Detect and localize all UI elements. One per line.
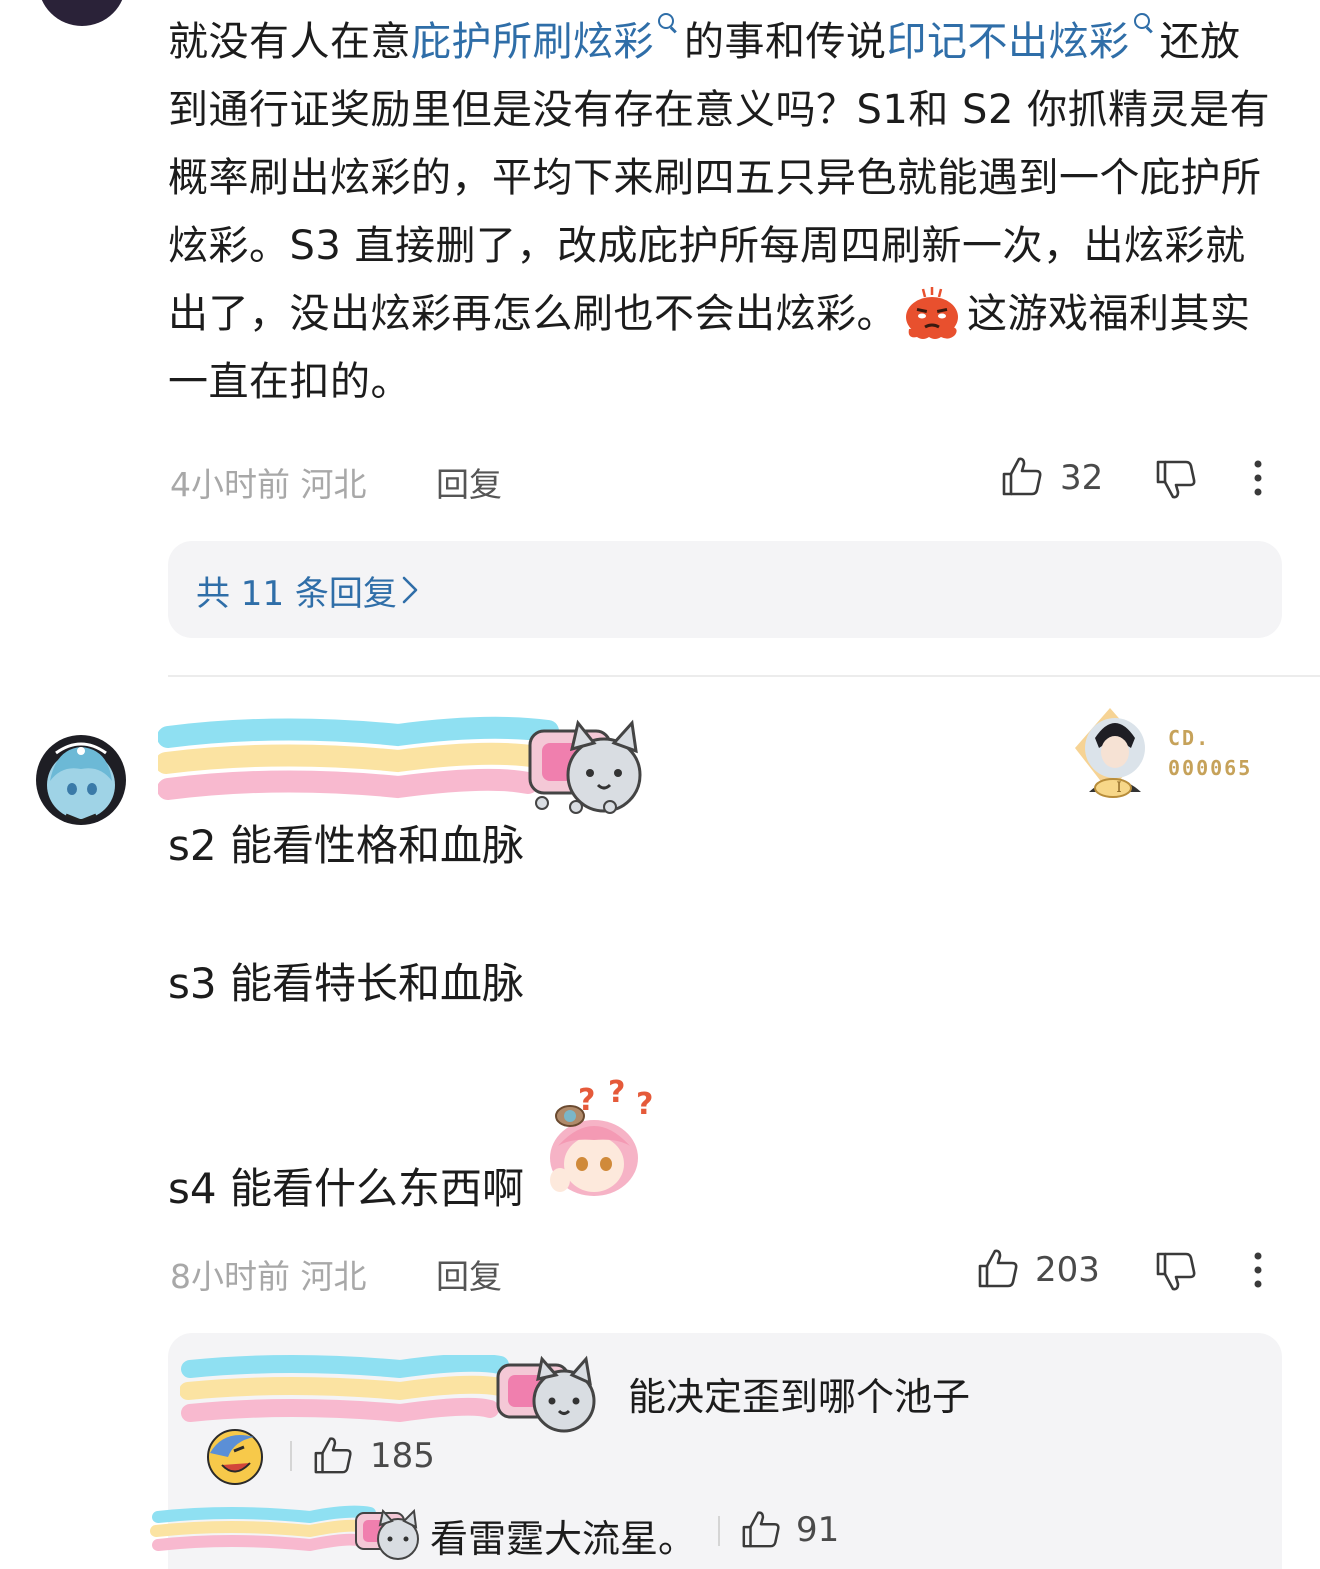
like-count: 91 xyxy=(796,1510,840,1550)
comment-time-location: 4小时前 河北 xyxy=(170,465,367,504)
reply-button[interactable]: 回复 xyxy=(436,458,502,506)
comment-text: s4 能看什么东西啊 xyxy=(168,1164,524,1213)
badge-level: I xyxy=(1116,780,1122,796)
username-rainbow[interactable] xyxy=(150,1505,420,1569)
search-icon xyxy=(1133,13,1154,33)
comment-text: s2 能看性格和血脉 xyxy=(168,821,524,870)
separator xyxy=(290,1441,292,1471)
thumbs-up-icon xyxy=(1002,457,1042,496)
like-button[interactable] xyxy=(1000,454,1044,498)
comment-text: 就没有人在意 xyxy=(168,19,411,65)
topic-link[interactable]: 印记不出炫彩 xyxy=(887,13,1160,65)
badge-number: 000065 xyxy=(1168,756,1253,780)
like-button[interactable] xyxy=(976,1246,1020,1290)
dislike-button[interactable] xyxy=(1154,458,1198,502)
avatar[interactable] xyxy=(36,735,126,825)
dislike-button[interactable] xyxy=(1154,1250,1198,1294)
chevron-right-icon xyxy=(400,574,420,610)
badge-label: CD. xyxy=(1168,726,1211,750)
avatar[interactable] xyxy=(204,1427,266,1489)
comment-time-location: 8小时前 河北 xyxy=(170,1257,367,1296)
confused-girl-sticker: ? ? ? xyxy=(538,1075,662,1198)
thumbs-up-icon xyxy=(742,1511,780,1548)
more-options-button[interactable] xyxy=(1250,458,1266,498)
like-button[interactable] xyxy=(740,1508,782,1550)
thumbs-up-icon xyxy=(314,1437,352,1474)
like-count: 32 xyxy=(1060,458,1104,498)
like-button[interactable] xyxy=(312,1434,354,1476)
more-options-button[interactable] xyxy=(1250,1250,1266,1290)
avatar[interactable] xyxy=(38,0,126,26)
view-replies-link[interactable]: 共 11 条回复 xyxy=(196,566,397,615)
like-count: 203 xyxy=(1035,1250,1100,1290)
comment-text: 还放到通行证奖励里但是没有存在意义吗？S1和 S2 你抓精灵是有概率刷出炫彩的，… xyxy=(168,19,1271,337)
nyan-cat-icon xyxy=(528,719,642,814)
more-vertical-icon xyxy=(1254,1252,1262,1288)
thumbs-down-icon xyxy=(1156,460,1196,499)
user-badge[interactable] xyxy=(1065,698,1265,808)
search-icon xyxy=(658,13,678,33)
nyan-cat-icon xyxy=(496,1355,596,1433)
svg-text:?: ? xyxy=(636,1087,653,1122)
comment-text: s3 能看特长和血脉 xyxy=(168,959,524,1008)
more-vertical-icon xyxy=(1254,460,1262,496)
topic-link[interactable]: 庇护所刷炫彩 xyxy=(411,13,684,65)
comment-body: 就没有人在意庇护所刷炫彩 的事和传说印记不出炫彩 还放到通行证奖励里但是没有存在意义… xyxy=(168,8,1278,416)
svg-text:?: ? xyxy=(608,1076,625,1110)
like-count: 185 xyxy=(370,1436,435,1476)
thumbs-down-icon xyxy=(1156,1252,1196,1291)
angry-blob-sticker xyxy=(906,287,958,339)
comment-text: 的事和传说 xyxy=(684,19,887,65)
reply-button[interactable]: 回复 xyxy=(436,1250,502,1298)
sub-reply-text: 看雷霆大流星。 xyxy=(430,1517,697,1561)
username-rainbow[interactable] xyxy=(155,715,648,815)
thumbs-up-icon xyxy=(978,1249,1018,1288)
separator xyxy=(718,1516,720,1546)
nyan-cat-icon xyxy=(355,1508,419,1560)
divider xyxy=(168,675,1320,677)
sub-reply-text: 能决定歪到哪个池子 xyxy=(628,1375,971,1419)
